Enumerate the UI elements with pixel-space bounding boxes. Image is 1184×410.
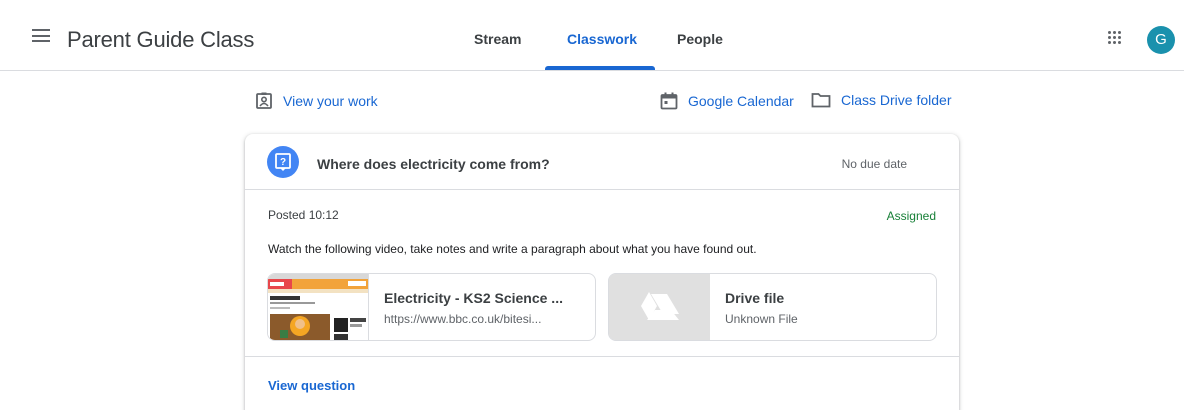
question-icon: ?	[267, 146, 299, 178]
view-your-work-label: View your work	[283, 93, 378, 109]
attachment-subtitle: Unknown File	[725, 312, 798, 326]
question-header[interactable]: ? Where does electricity come from? No d…	[245, 134, 959, 190]
question-title: Where does electricity come from?	[317, 156, 550, 172]
attachment-url: https://www.bbc.co.uk/bitesi...	[384, 312, 542, 326]
google-calendar-link[interactable]: Google Calendar	[660, 92, 794, 110]
attachment-title: Electricity - KS2 Science ...	[384, 290, 563, 306]
svg-text:?: ?	[280, 157, 286, 168]
folder-icon	[811, 93, 831, 108]
class-drive-folder-link[interactable]: Class Drive folder	[811, 92, 951, 108]
active-tab-indicator	[545, 66, 655, 70]
view-your-work-link[interactable]: View your work	[255, 92, 378, 110]
account-avatar[interactable]: G	[1147, 26, 1175, 54]
attachment-title: Drive file	[725, 290, 785, 306]
divider	[245, 356, 959, 357]
google-calendar-label: Google Calendar	[688, 93, 794, 109]
google-apps-icon[interactable]	[1108, 31, 1122, 45]
assignment-ind-icon	[256, 92, 272, 109]
top-app-bar: Parent Guide Class Stream Classwork Peop…	[0, 0, 1184, 71]
view-question-link[interactable]: View question	[268, 378, 355, 393]
attachment-video-link[interactable]: Electricity - KS2 Science ... https://ww…	[267, 273, 596, 341]
main-menu-icon[interactable]	[32, 29, 50, 42]
question-card: ? Where does electricity come from? No d…	[245, 134, 959, 410]
tab-classwork[interactable]: Classwork	[567, 31, 637, 47]
calendar-icon	[660, 92, 678, 110]
posted-time: Posted 10:12	[268, 208, 339, 222]
drive-icon	[609, 274, 710, 340]
question-instructions: Watch the following video, take notes an…	[268, 242, 757, 256]
status-badge: Assigned	[886, 209, 936, 223]
class-title[interactable]: Parent Guide Class	[67, 27, 254, 53]
class-drive-folder-label: Class Drive folder	[841, 92, 952, 108]
tab-people[interactable]: People	[677, 31, 723, 47]
due-date: No due date	[841, 157, 907, 171]
tab-stream[interactable]: Stream	[474, 31, 521, 47]
bbc-bitesize-thumbnail-icon	[268, 274, 369, 340]
attachment-drive-file[interactable]: Drive file Unknown File	[608, 273, 937, 341]
